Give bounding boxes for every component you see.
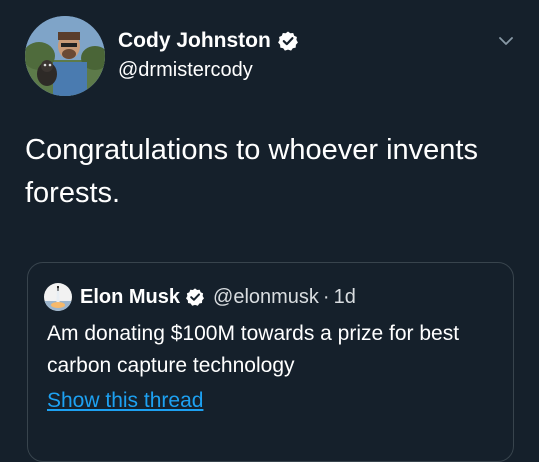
author-name-row: Cody Johnston (118, 29, 299, 53)
quoted-tweet[interactable]: Elon Musk @elonmusk · 1d Am donating $10… (27, 262, 514, 462)
tweet-card: Cody Johnston @drmistercody Congratulati… (0, 0, 539, 462)
verified-badge-icon (277, 30, 299, 52)
author-name[interactable]: Cody Johnston (118, 29, 271, 53)
quoted-author-name[interactable]: Elon Musk (80, 285, 180, 309)
quoted-author-avatar[interactable] (44, 283, 72, 311)
tweet-text: Congratulations to whoever invents fores… (25, 134, 478, 209)
quoted-tweet-header: Elon Musk @elonmusk · 1d (80, 285, 356, 309)
verified-badge-icon (185, 287, 205, 307)
author-avatar[interactable] (25, 16, 105, 96)
quoted-avatar-image (44, 283, 72, 311)
chevron-down-icon[interactable] (498, 34, 514, 46)
timestamp-separator: · (322, 286, 330, 308)
avatar-image (25, 16, 105, 96)
quoted-tweet-text: Am donating $100M towards a prize for be… (47, 322, 460, 377)
quoted-tweet-timestamp[interactable]: 1d (334, 285, 356, 309)
author-handle[interactable]: @drmistercody (118, 58, 253, 82)
show-thread-link[interactable]: Show this thread (47, 388, 203, 414)
quoted-author-handle[interactable]: @elonmusk (213, 285, 319, 309)
